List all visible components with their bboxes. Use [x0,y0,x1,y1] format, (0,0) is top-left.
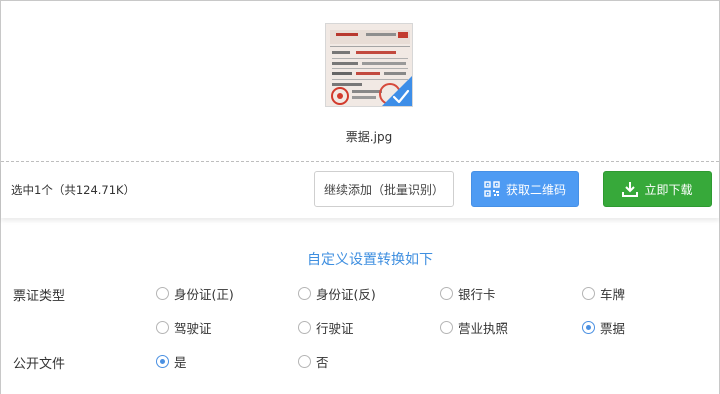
doc-type-option[interactable]: 车牌 [582,284,625,303]
radio-button[interactable] [298,355,311,368]
radio-button[interactable] [582,321,595,334]
doc-type-option-label: 身份证(反) [316,287,376,302]
radio-button[interactable] [156,287,169,300]
radio-button[interactable] [298,321,311,334]
public-option-label: 是 [174,355,187,370]
radio-button[interactable] [156,321,169,334]
radio-button[interactable] [440,321,453,334]
settings-title: 自定义设置转换如下 [307,252,433,268]
qrcode-icon [484,181,500,197]
doc-type-option-label: 行驶证 [316,321,354,336]
file-name: 票据.jpg [345,130,393,144]
doc-type-option-label: 身份证(正) [174,287,234,302]
doc-type-option-label: 银行卡 [458,287,496,302]
doc-type-option-label: 票据 [600,321,626,336]
action-bar: 选中1个（共124.71K） 继续添加（批量识别） 获取二维码 立即下载 [1,162,719,218]
doc-type-option[interactable]: 身份证(正) [156,284,234,303]
radio-button[interactable] [582,287,595,300]
download-now-button[interactable]: 立即下载 [603,171,712,207]
public-option-label: 否 [316,355,329,370]
download-now-label: 立即下载 [644,182,693,197]
doc-type-option-label: 营业执照 [458,321,509,336]
public-option[interactable]: 是 [156,352,187,371]
doc-type-option-label: 驾驶证 [174,321,212,336]
file-thumbnail[interactable] [325,23,413,107]
upload-area: 票据.jpg [1,1,719,161]
radio-button[interactable] [440,287,453,300]
radio-button[interactable] [298,287,311,300]
doc-type-option[interactable]: 身份证(反) [298,284,376,303]
download-icon [622,181,639,197]
radio-button[interactable] [156,355,169,368]
get-qrcode-button[interactable]: 获取二维码 [471,171,579,207]
doc-type-option-label: 车牌 [600,287,626,302]
doc-type-option[interactable]: 行驶证 [298,318,354,337]
doc-type-option[interactable]: 票据 [582,318,625,337]
doc-type-option[interactable]: 银行卡 [440,284,496,303]
doc-type-label: 票证类型 [13,289,66,304]
public-file-label: 公开文件 [13,357,66,372]
doc-type-option[interactable]: 驾驶证 [156,318,212,337]
continue-add-label: 继续添加（批量识别） [323,182,444,197]
checkmark-icon [382,76,412,106]
get-qrcode-label: 获取二维码 [505,182,566,197]
public-option[interactable]: 否 [298,352,329,371]
doc-type-option[interactable]: 营业执照 [440,318,508,337]
selection-summary: 选中1个（共124.71K） [11,183,136,197]
continue-add-button[interactable]: 继续添加（批量识别） [314,171,454,207]
